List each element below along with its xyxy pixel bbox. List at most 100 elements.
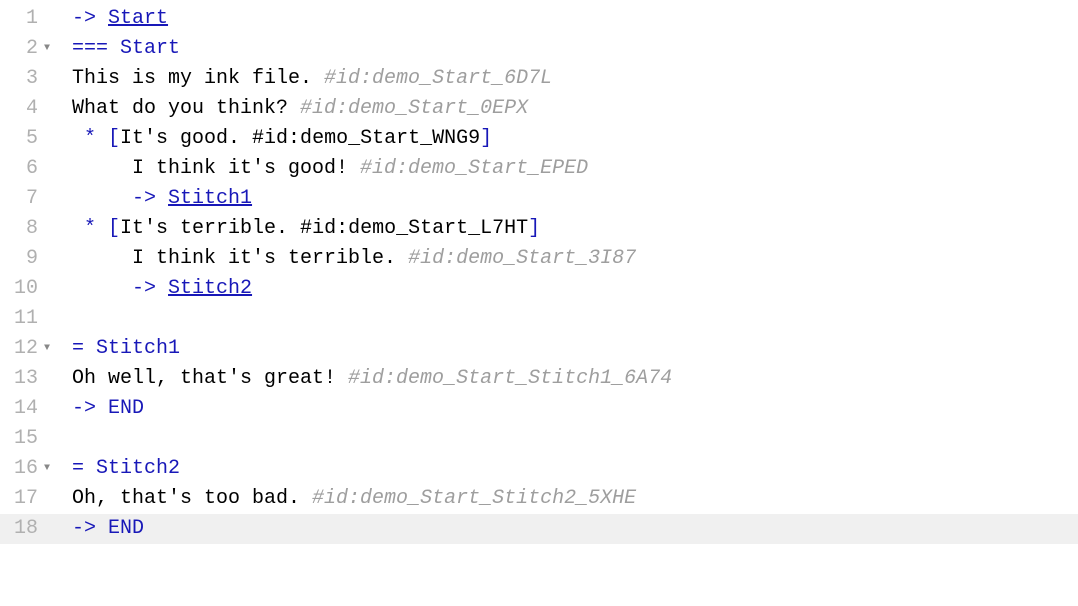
token-text: This is my ink file.	[72, 67, 324, 90]
gutter: 16▼	[0, 454, 62, 484]
token-choice-text: It's terrible. #id:demo_Start_L7HT	[120, 217, 528, 240]
gutter: 7	[0, 184, 62, 214]
code-line[interactable]: 18 -> END	[0, 514, 1078, 544]
line-number: 4	[26, 94, 38, 124]
code-line[interactable]: 2▼=== Start	[0, 34, 1078, 64]
code-content[interactable]: I think it's good! #id:demo_Start_EPED	[62, 154, 588, 184]
line-number: 3	[26, 64, 38, 94]
token-bracket: [	[108, 217, 120, 240]
token-comment: #id:demo_Start_Stitch1_6A74	[348, 367, 672, 390]
code-content[interactable]: Oh well, that's great! #id:demo_Start_St…	[62, 364, 672, 394]
code-content[interactable]: === Start	[62, 34, 180, 64]
token-comment: #id:demo_Start_Stitch2_5XHE	[312, 487, 636, 510]
code-content[interactable]: -> END	[62, 394, 144, 424]
gutter: 10	[0, 274, 62, 304]
gutter: 18	[0, 514, 62, 544]
token-text: Oh well, that's great!	[72, 367, 348, 390]
code-content[interactable]: This is my ink file. #id:demo_Start_6D7L	[62, 64, 552, 94]
token-arrow: ->	[132, 187, 168, 210]
gutter: 3	[0, 64, 62, 94]
code-line[interactable]: 10 -> Stitch2	[0, 274, 1078, 304]
token-arrow: ->	[72, 7, 108, 30]
line-number: 12	[14, 334, 38, 364]
code-line[interactable]: 7 -> Stitch1	[0, 184, 1078, 214]
gutter: 1	[0, 4, 62, 34]
gutter: 2▼	[0, 34, 62, 64]
gutter: 8	[0, 214, 62, 244]
code-content[interactable]: -> Start	[62, 4, 168, 34]
gutter: 6	[0, 154, 62, 184]
line-number: 6	[26, 154, 38, 184]
code-line[interactable]: 1 -> Start	[0, 4, 1078, 34]
gutter: 12▼	[0, 334, 62, 364]
line-number: 18	[14, 514, 38, 544]
code-content[interactable]: * [It's terrible. #id:demo_Start_L7HT]	[62, 214, 540, 244]
code-content[interactable]: -> Stitch1	[62, 184, 252, 214]
line-number: 5	[26, 124, 38, 154]
token-link[interactable]: Stitch1	[168, 187, 252, 210]
line-number: 7	[26, 184, 38, 214]
line-number: 10	[14, 274, 38, 304]
line-number: 13	[14, 364, 38, 394]
token-comment: #id:demo_Start_6D7L	[324, 67, 552, 90]
code-line[interactable]: 3 This is my ink file. #id:demo_Start_6D7…	[0, 64, 1078, 94]
line-number: 9	[26, 244, 38, 274]
code-content[interactable]: What do you think? #id:demo_Start_0EPX	[62, 94, 528, 124]
code-line[interactable]: 14 -> END	[0, 394, 1078, 424]
line-number: 1	[26, 4, 38, 34]
token-knot-marker: =	[72, 337, 96, 360]
token-comment: #id:demo_Start_3I87	[408, 247, 636, 270]
line-number: 15	[14, 424, 38, 454]
token-arrow: ->	[72, 517, 108, 540]
line-number: 11	[14, 304, 38, 334]
token-knot-name: Stitch2	[96, 457, 180, 480]
code-line[interactable]: 11	[0, 304, 1078, 334]
token-bullet: *	[72, 217, 108, 240]
token-end-kw: END	[108, 397, 144, 420]
code-content[interactable]: -> Stitch2	[62, 274, 252, 304]
code-line[interactable]: 16▼= Stitch2	[0, 454, 1078, 484]
line-number: 2	[26, 34, 38, 64]
code-content[interactable]: * [It's good. #id:demo_Start_WNG9]	[62, 124, 492, 154]
code-editor[interactable]: 1-> Start2▼=== Start3This is my ink file…	[0, 4, 1078, 544]
token-link[interactable]: Start	[108, 7, 168, 30]
code-line[interactable]: 6 I think it's good! #id:demo_Start_EPED	[0, 154, 1078, 184]
gutter: 13	[0, 364, 62, 394]
code-line[interactable]: 5 * [It's good. #id:demo_Start_WNG9]	[0, 124, 1078, 154]
token-text	[72, 277, 132, 300]
fold-marker-icon[interactable]: ▼	[40, 34, 54, 64]
code-content[interactable]: -> END	[62, 514, 144, 544]
gutter: 4	[0, 94, 62, 124]
token-arrow: ->	[72, 397, 108, 420]
token-text: What do you think?	[72, 97, 300, 120]
code-line[interactable]: 9 I think it's terrible. #id:demo_Start_…	[0, 244, 1078, 274]
code-line[interactable]: 8 * [It's terrible. #id:demo_Start_L7HT]	[0, 214, 1078, 244]
code-line[interactable]: 4 What do you think? #id:demo_Start_0EPX	[0, 94, 1078, 124]
gutter: 11	[0, 304, 62, 334]
code-content[interactable]: = Stitch1	[62, 334, 180, 364]
code-content[interactable]: I think it's terrible. #id:demo_Start_3I…	[62, 244, 636, 274]
token-bullet: *	[72, 127, 108, 150]
code-line[interactable]: 17Oh, that's too bad. #id:demo_Start_Sti…	[0, 484, 1078, 514]
token-comment: #id:demo_Start_0EPX	[300, 97, 528, 120]
gutter: 15	[0, 424, 62, 454]
code-line[interactable]: 15	[0, 424, 1078, 454]
line-number: 16	[14, 454, 38, 484]
token-comment: #id:demo_Start_EPED	[360, 157, 588, 180]
fold-marker-icon[interactable]: ▼	[40, 454, 54, 484]
code-content[interactable]: = Stitch2	[62, 454, 180, 484]
gutter: 17	[0, 484, 62, 514]
token-arrow: ->	[132, 277, 168, 300]
code-line[interactable]: 12▼= Stitch1	[0, 334, 1078, 364]
gutter: 14	[0, 394, 62, 424]
line-number: 14	[14, 394, 38, 424]
gutter: 9	[0, 244, 62, 274]
fold-marker-icon[interactable]: ▼	[40, 334, 54, 364]
code-content[interactable]: Oh, that's too bad. #id:demo_Start_Stitc…	[62, 484, 636, 514]
token-text: I think it's terrible.	[72, 247, 408, 270]
token-choice-text: It's good. #id:demo_Start_WNG9	[120, 127, 480, 150]
code-line[interactable]: 13 Oh well, that's great! #id:demo_Start_…	[0, 364, 1078, 394]
token-link[interactable]: Stitch2	[168, 277, 252, 300]
line-number: 8	[26, 214, 38, 244]
token-knot-name: Start	[120, 37, 180, 60]
